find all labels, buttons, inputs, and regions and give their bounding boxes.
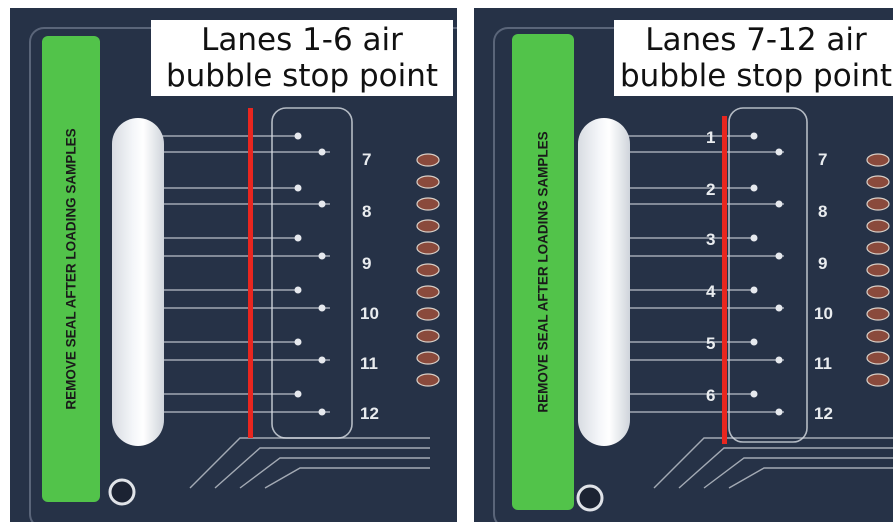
- outlet-label-8: 8: [818, 202, 828, 221]
- outlet-label-10: 10: [360, 304, 379, 323]
- outlet-label-7: 7: [362, 150, 372, 169]
- outlet-label-7: 7: [818, 150, 828, 169]
- caption-line-2: bubble stop point: [620, 58, 893, 94]
- sample-port: [578, 118, 630, 446]
- green-seal-tape: REMOVE SEAL AFTER LOADING SAMPLES: [42, 36, 100, 502]
- inlet-label-2: 2: [706, 180, 716, 199]
- outlet-label-9: 9: [362, 254, 372, 273]
- outlet-label-8: 8: [362, 202, 372, 221]
- sample-port: [112, 118, 164, 446]
- seal-label: REMOVE SEAL AFTER LOADING SAMPLES: [535, 131, 551, 413]
- inlet-label-5: 5: [706, 334, 716, 353]
- caption-line-1: Lanes 7-12 air: [645, 22, 867, 58]
- air-bubble-stop-line: [722, 116, 727, 444]
- outlet-label-12: 12: [360, 404, 379, 423]
- inlet-label-1: 1: [706, 128, 716, 147]
- seal-label: REMOVE SEAL AFTER LOADING SAMPLES: [63, 128, 79, 410]
- caption-box: Lanes 1-6 air bubble stop point: [151, 20, 453, 96]
- inlet-label-6: 6: [706, 386, 716, 405]
- inlet-label-4: 4: [706, 282, 716, 301]
- photo-panel-lanes-1-6: REMOVE SEAL AFTER LOADING SAMPLES 7 8 9 …: [10, 8, 457, 522]
- inlet-label-3: 3: [706, 230, 716, 249]
- outlet-label-11: 11: [360, 354, 378, 373]
- caption-line-2: bubble stop point: [165, 58, 439, 94]
- outlet-label-12: 12: [814, 404, 833, 423]
- caption-line-1: Lanes 1-6 air: [201, 22, 403, 58]
- green-seal-tape: REMOVE SEAL AFTER LOADING SAMPLES: [512, 34, 574, 510]
- outlet-label-11: 11: [814, 354, 832, 373]
- outlet-label-10: 10: [814, 304, 833, 323]
- caption-box: Lanes 7-12 air bubble stop point: [614, 20, 893, 96]
- photo-panel-lanes-7-12: REMOVE SEAL AFTER LOADING SAMPLES 1 2 3 …: [474, 8, 893, 522]
- air-bubble-stop-line: [248, 108, 253, 438]
- outlet-label-9: 9: [818, 254, 828, 273]
